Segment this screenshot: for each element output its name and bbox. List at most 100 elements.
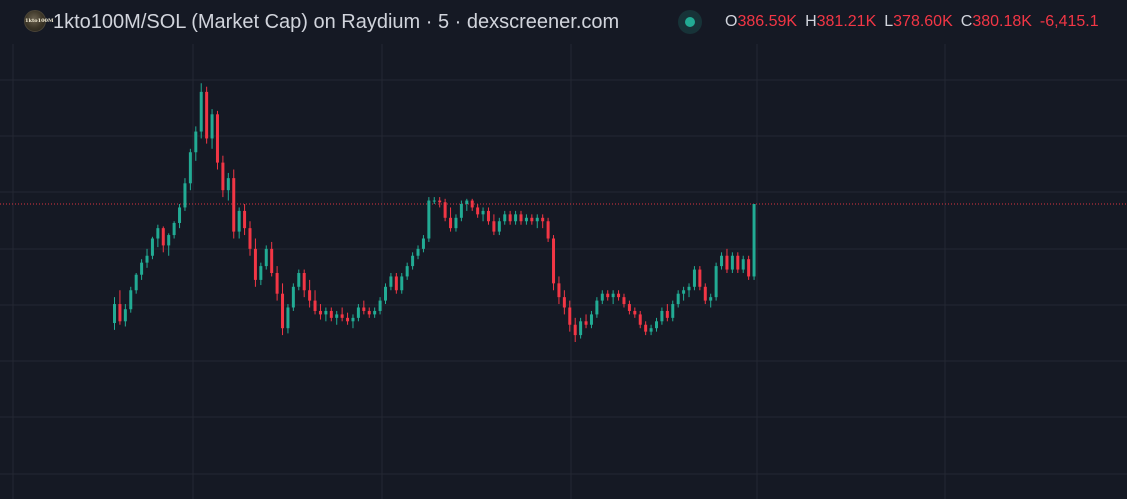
candle-body-down <box>530 217 534 222</box>
candle <box>481 207 485 222</box>
candle <box>671 300 675 322</box>
candle-body-down <box>438 200 442 203</box>
candle <box>270 241 274 277</box>
candle-body-down <box>243 210 247 229</box>
candle-body-down <box>318 310 322 315</box>
candle-body-up <box>676 293 680 305</box>
candle <box>373 307 377 318</box>
candle-body-up <box>150 238 154 256</box>
candle-body-up <box>113 304 116 324</box>
candle <box>281 283 285 336</box>
candle <box>237 207 241 239</box>
candle-body-down <box>584 321 588 325</box>
candle-body-up <box>140 262 144 275</box>
candle-body-up <box>264 248 268 267</box>
candle <box>123 304 127 327</box>
candle-body-up <box>714 266 718 298</box>
candle-body-down <box>698 269 702 287</box>
candle <box>725 248 729 273</box>
market-status-indicator[interactable] <box>678 10 702 34</box>
candle-body-up <box>687 286 691 291</box>
candle-body-up <box>167 235 171 246</box>
candle-body-up <box>389 276 393 287</box>
candle-body-up <box>465 200 469 204</box>
candle-body-up <box>194 131 198 153</box>
candle-body-up <box>432 200 436 202</box>
candle <box>427 197 431 242</box>
candle-body-up <box>720 255 724 267</box>
candle-body-up <box>730 255 734 270</box>
candle <box>405 262 409 280</box>
candle-body-down <box>313 300 317 311</box>
candle <box>346 312 350 325</box>
candle-body-up <box>459 204 463 218</box>
candle-body-down <box>118 304 122 322</box>
candle <box>584 314 588 329</box>
candle-body-up <box>497 221 501 232</box>
candle <box>172 221 176 239</box>
ohlc-change-value: -6,415.1 <box>1039 13 1099 30</box>
candle-body-down <box>221 162 225 191</box>
candle-body-up <box>297 273 301 287</box>
candle <box>248 221 252 256</box>
candle-body-up <box>600 293 604 301</box>
symbol-title[interactable]: 1kto100M/SOL (Market Cap) on Raydium · 5… <box>53 11 619 33</box>
candle-body-down <box>253 248 257 280</box>
candle <box>682 286 686 301</box>
candle-body-up <box>178 207 182 223</box>
candle-body-up <box>660 310 664 322</box>
candle-body-down <box>367 310 371 315</box>
candle-body-down <box>633 310 637 315</box>
candle <box>161 226 165 253</box>
candle <box>118 290 122 325</box>
candle <box>324 307 328 322</box>
candle-body-down <box>725 255 729 270</box>
candle <box>486 207 490 225</box>
candle-body-down <box>492 221 496 232</box>
candle-body-down <box>747 259 751 277</box>
candle <box>617 290 621 301</box>
candle <box>411 252 415 270</box>
candle-body-up <box>454 217 458 229</box>
candle-body-up <box>405 266 409 277</box>
candle-body-up <box>411 255 415 267</box>
candle <box>535 214 539 229</box>
candle <box>730 252 734 273</box>
candlestick-chart[interactable] <box>0 0 1127 499</box>
candle-body-up <box>123 309 127 322</box>
candle-body-down <box>541 217 545 222</box>
candle <box>389 273 393 291</box>
candle-body-down <box>308 290 312 301</box>
candle <box>134 273 138 294</box>
candle-body-down <box>232 178 236 232</box>
candle-body-down <box>573 324 577 336</box>
candle <box>167 233 171 256</box>
ohlc-open-value: 386.59K <box>737 13 798 30</box>
candle-body-up <box>286 307 290 329</box>
candle <box>394 273 398 294</box>
candle-body-up <box>416 248 420 256</box>
candle <box>275 266 279 301</box>
candle <box>232 169 236 239</box>
candle-body-up <box>589 314 593 325</box>
candle <box>454 214 458 232</box>
candle-body-up <box>595 300 599 315</box>
candle-body-down <box>476 207 480 215</box>
candle-body-down <box>248 228 252 249</box>
candle-body-down <box>161 228 165 246</box>
candle <box>736 252 740 273</box>
candle <box>573 317 577 342</box>
candle <box>378 297 382 315</box>
candle <box>156 224 160 248</box>
candle <box>524 214 528 225</box>
candle <box>199 83 203 139</box>
candle-body-down <box>508 214 512 222</box>
candle-body-down <box>302 273 306 291</box>
candle <box>400 273 404 294</box>
candle-body-up <box>535 217 539 222</box>
candle <box>649 324 653 336</box>
candle <box>194 126 198 161</box>
candle-body-up <box>145 255 149 263</box>
candle <box>465 198 469 211</box>
candle-body-up <box>400 276 404 291</box>
